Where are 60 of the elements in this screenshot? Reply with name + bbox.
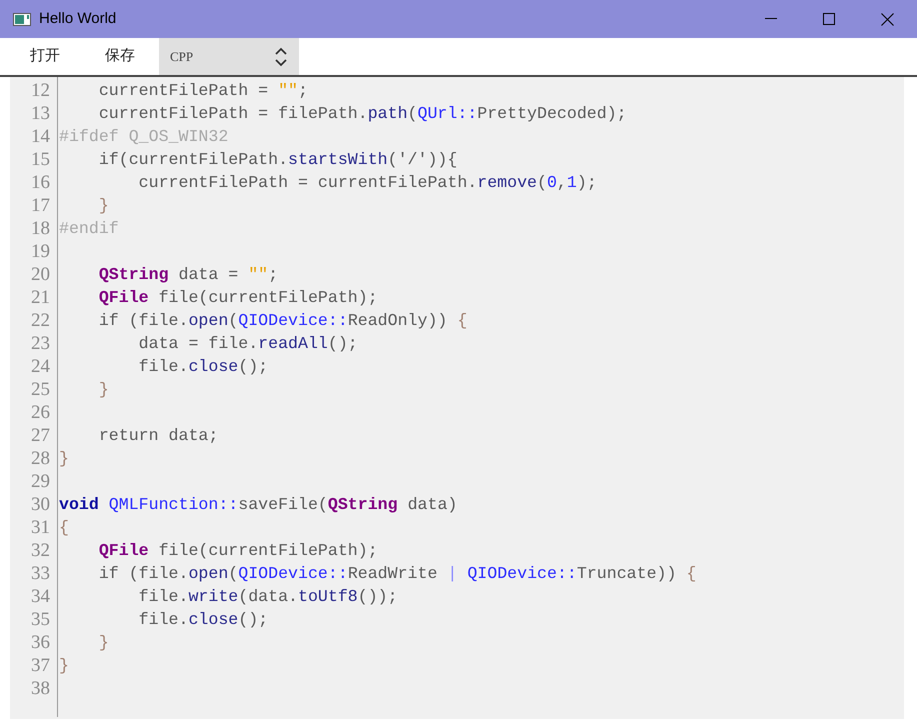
line-number: 33 (31, 562, 50, 585)
line-number: 16 (31, 171, 50, 194)
code-line: } (98, 379, 109, 401)
code-line: } (59, 655, 69, 677)
line-number: 26 (31, 401, 50, 424)
maximize-icon (823, 13, 835, 25)
code-line: QFile file(currentFilePath); (98, 287, 378, 309)
line-number: 36 (31, 631, 50, 654)
line-number: 31 (31, 516, 50, 539)
code-line: return data; (98, 425, 218, 447)
code-line: QString data = ""; (98, 264, 278, 286)
up-down-chevron-icon (275, 46, 287, 66)
code-line: } (59, 448, 69, 470)
code-line: currentFilePath = filePath.path(QUrl::PrettyDecoded); (98, 103, 627, 125)
close-icon (880, 12, 894, 26)
code-line: void QMLFunction::saveFile(QString data) (59, 494, 458, 516)
toolbar-button[interactable]: 打开 (10, 38, 80, 75)
line-number: 24 (31, 355, 50, 378)
window-title: Hello World (39, 8, 116, 29)
line-number: 30 (31, 493, 50, 516)
language-select[interactable]: CPP (159, 38, 299, 75)
code-line: file.write(data.toUtf8()); (138, 586, 398, 608)
line-number: 38 (31, 677, 50, 700)
line-number: 32 (31, 539, 50, 562)
code-editor[interactable] (10, 77, 904, 719)
code-line: file.close(); (138, 356, 268, 378)
code-line: currentFilePath = ""; (98, 80, 308, 102)
code-line: } (98, 195, 109, 217)
code-line: } (98, 632, 109, 654)
minimize-icon (765, 18, 777, 20)
line-number: 13 (31, 102, 50, 125)
line-number: 35 (31, 608, 50, 631)
line-number: 23 (31, 332, 50, 355)
code-line: if(currentFilePath.startsWith('/')){ (98, 149, 458, 171)
line-number: 29 (31, 470, 50, 493)
line-number: 20 (31, 263, 50, 286)
line-number: 17 (31, 194, 50, 217)
toolbar-button[interactable]: 保存 (85, 38, 155, 75)
line-number: 22 (31, 309, 50, 332)
code-line: file.close(); (138, 609, 268, 631)
line-number: 19 (31, 240, 50, 263)
code-line: { (59, 517, 69, 539)
code-line: #ifdef Q_OS_WIN32 (59, 126, 228, 148)
code-line: if (file.open(QIODevice::ReadOnly)) { (98, 310, 468, 332)
line-number: 37 (31, 654, 50, 677)
line-number: 12 (31, 79, 50, 102)
line-number: 15 (31, 148, 50, 171)
window-icon (13, 12, 31, 26)
line-number: 25 (31, 378, 50, 401)
line-number: 27 (31, 424, 50, 447)
line-number: 14 (31, 125, 50, 148)
line-number: 28 (31, 447, 50, 470)
line-number: 18 (31, 217, 50, 240)
code-line: data = file.readAll(); (138, 333, 358, 355)
line-number: 34 (31, 585, 50, 608)
code-line: #endif (59, 218, 119, 240)
code-line: currentFilePath = currentFilePath.remove(0,1); (138, 172, 597, 194)
line-number: 21 (31, 286, 50, 309)
code-line: if (file.open(QIODevice::ReadWrite | QIODevice::Truncate)) { (98, 563, 696, 585)
code-line: QFile file(currentFilePath); (98, 540, 378, 562)
